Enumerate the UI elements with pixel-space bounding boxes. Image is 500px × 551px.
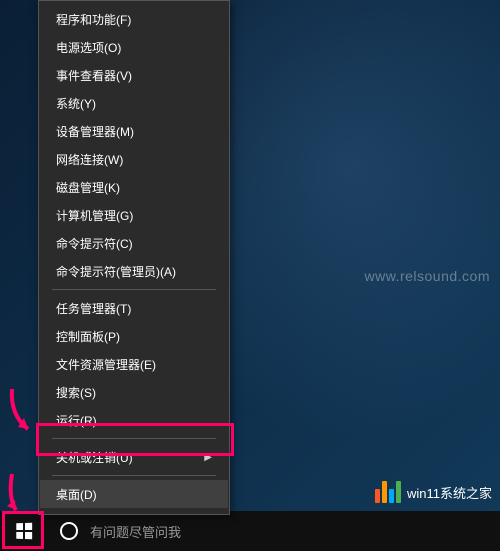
- menu-label: 搜索(S): [56, 384, 96, 401]
- menu-item-network-connections[interactable]: 网络连接(W): [40, 145, 228, 173]
- chevron-right-icon: ▶: [204, 452, 212, 463]
- menu-item-task-manager[interactable]: 任务管理器(T): [40, 294, 228, 322]
- menu-separator: [52, 438, 216, 439]
- menu-label: 磁盘管理(K): [56, 179, 120, 196]
- watermark-logo-icon: [375, 481, 401, 503]
- menu-label: 网络连接(W): [56, 151, 123, 168]
- search-placeholder: 有问题尽管问我: [90, 522, 181, 541]
- menu-label: 系统(Y): [56, 95, 96, 112]
- menu-item-run[interactable]: 运行(R): [40, 406, 228, 434]
- menu-item-event-viewer[interactable]: 事件查看器(V): [40, 61, 228, 89]
- menu-separator: [52, 475, 216, 476]
- menu-item-control-panel[interactable]: 控制面板(P): [40, 322, 228, 350]
- cortana-ring-icon: [60, 522, 78, 540]
- menu-item-device-manager[interactable]: 设备管理器(M): [40, 117, 228, 145]
- menu-item-file-explorer[interactable]: 文件资源管理器(E): [40, 350, 228, 378]
- watermark-text: win11系统之家: [407, 483, 492, 502]
- menu-label: 文件资源管理器(E): [56, 356, 156, 373]
- menu-item-search[interactable]: 搜索(S): [40, 378, 228, 406]
- menu-item-programs-features[interactable]: 程序和功能(F): [40, 5, 228, 33]
- windows-logo-icon: [16, 523, 32, 539]
- winx-context-menu: 程序和功能(F) 电源选项(O) 事件查看器(V) 系统(Y) 设备管理器(M)…: [38, 0, 230, 515]
- menu-label: 设备管理器(M): [56, 123, 134, 140]
- menu-item-power-options[interactable]: 电源选项(O): [40, 33, 228, 61]
- menu-item-command-prompt-admin[interactable]: 命令提示符(管理员)(A): [40, 257, 228, 285]
- center-watermark: www.relsound.com: [365, 268, 491, 284]
- menu-label: 桌面(D): [56, 486, 97, 503]
- menu-label: 命令提示符(C): [56, 235, 133, 252]
- menu-label: 运行(R): [56, 412, 97, 429]
- menu-label: 控制面板(P): [56, 328, 120, 345]
- menu-item-shutdown-signout[interactable]: 关机或注销(U) ▶: [40, 443, 228, 471]
- menu-label: 任务管理器(T): [56, 300, 131, 317]
- menu-label: 事件查看器(V): [56, 67, 132, 84]
- menu-item-desktop[interactable]: 桌面(D): [40, 480, 228, 508]
- menu-label: 命令提示符(管理员)(A): [56, 263, 176, 280]
- menu-separator: [52, 289, 216, 290]
- watermark: win11系统之家: [375, 481, 492, 503]
- menu-label: 计算机管理(G): [56, 207, 133, 224]
- cortana-search-box[interactable]: 有问题尽管问我: [48, 511, 500, 551]
- menu-item-command-prompt[interactable]: 命令提示符(C): [40, 229, 228, 257]
- menu-label: 电源选项(O): [56, 39, 121, 56]
- menu-label: 程序和功能(F): [56, 11, 131, 28]
- taskbar: 有问题尽管问我: [0, 511, 500, 551]
- menu-label: 关机或注销(U): [56, 449, 133, 466]
- menu-item-disk-management[interactable]: 磁盘管理(K): [40, 173, 228, 201]
- start-button[interactable]: [0, 511, 48, 551]
- menu-item-computer-management[interactable]: 计算机管理(G): [40, 201, 228, 229]
- menu-item-system[interactable]: 系统(Y): [40, 89, 228, 117]
